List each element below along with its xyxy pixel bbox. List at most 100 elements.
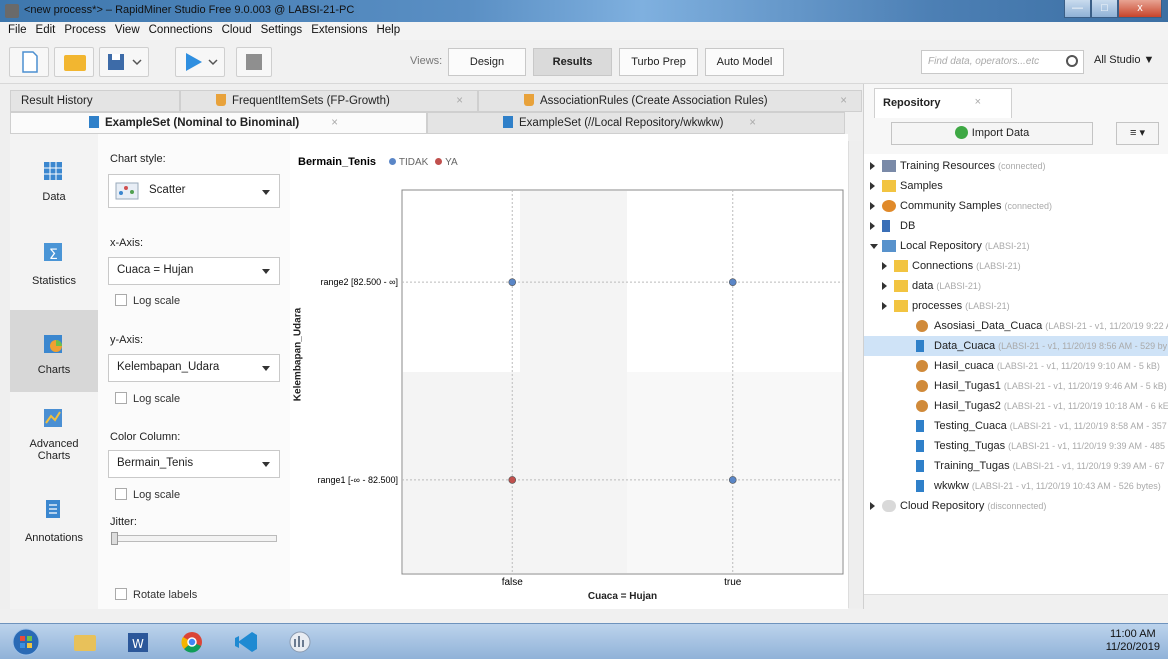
view-results-button[interactable]: Results <box>533 48 612 76</box>
studio-scope-dropdown[interactable]: All Studio ▼ <box>1094 54 1154 66</box>
save-button[interactable] <box>99 47 149 77</box>
tab-frequent-itemsets[interactable]: FrequentItemSets (FP-Growth) × <box>180 90 478 112</box>
run-button[interactable] <box>175 47 225 77</box>
collapsed-arrow-icon[interactable] <box>870 202 875 210</box>
repo-node[interactable]: Samples <box>864 176 1168 196</box>
taskbar-explorer[interactable] <box>62 627 106 657</box>
repo-node[interactable]: Asosiasi_Data_Cuaca (LABSI-21 - v1, 11/20… <box>864 316 1168 336</box>
taskbar-chrome[interactable] <box>170 627 214 657</box>
x-log-scale-checkbox[interactable]: Log scale <box>115 294 180 307</box>
nav-advanced-charts[interactable]: Advanced Charts <box>10 394 98 474</box>
menu-process[interactable]: Process <box>60 22 111 40</box>
stop-button[interactable] <box>236 47 272 77</box>
repo-node[interactable]: Community Samples (connected) <box>864 196 1168 216</box>
repo-node-label: Training_Tugas (LABSI-21 - v1, 11/20/19 9… <box>934 456 1165 476</box>
repo-node[interactable]: Hasil_cuaca (LABSI-21 - v1, 11/20/19 9:10… <box>864 356 1168 376</box>
repo-node[interactable]: data (LABSI-21) <box>864 276 1168 296</box>
chart-vertical-scrollbar[interactable] <box>848 141 863 608</box>
repo-node[interactable]: Testing_Tugas (LABSI-21 - v1, 11/20/19 9:… <box>864 436 1168 456</box>
checkbox-box <box>115 294 127 306</box>
repo-node-label: Community Samples (connected) <box>900 196 1052 216</box>
menu-edit[interactable]: Edit <box>32 22 61 40</box>
minimize-button[interactable]: — <box>1064 0 1091 18</box>
repo-node[interactable]: Data_Cuaca (LABSI-21 - v1, 11/20/19 8:56 … <box>864 336 1168 356</box>
search-icon[interactable] <box>1066 55 1078 67</box>
repository-horizontal-scrollbar[interactable] <box>864 594 1168 609</box>
table-icon <box>44 162 62 180</box>
tab-exampleset-nominal[interactable]: ExampleSet (Nominal to Binominal) × <box>10 112 427 134</box>
search-input[interactable]: Find data, operators...etc <box>921 50 1084 74</box>
slider-thumb[interactable] <box>111 532 118 545</box>
chart-style-dropdown[interactable]: Scatter <box>108 174 280 208</box>
proc-icon <box>916 380 928 392</box>
y-axis-dropdown[interactable]: Kelembapan_Udara <box>108 354 280 382</box>
menu-settings[interactable]: Settings <box>257 22 308 40</box>
close-tab-icon[interactable]: × <box>456 91 463 111</box>
repo-node[interactable]: Training Resources (connected) <box>864 156 1168 176</box>
repository-menu-button[interactable]: ≡ ▾ <box>1116 122 1159 145</box>
repo-node[interactable]: Cloud Repository (disconnected) <box>864 496 1168 516</box>
scatter-point-tidak[interactable] <box>728 476 737 484</box>
start-button[interactable] <box>6 627 46 657</box>
taskbar-word[interactable]: W <box>116 627 160 657</box>
y-log-scale-checkbox[interactable]: Log scale <box>115 392 180 405</box>
scatter-point-tidak[interactable] <box>728 278 737 286</box>
expanded-arrow-icon[interactable] <box>870 244 878 249</box>
view-turbo-prep-button[interactable]: Turbo Prep <box>619 48 698 76</box>
nav-charts[interactable]: Charts <box>10 310 98 392</box>
repo-node[interactable]: wkwkw (LABSI-21 - v1, 11/20/19 10:43 AM -… <box>864 476 1168 496</box>
repo-node[interactable]: Testing_Cuaca (LABSI-21 - v1, 11/20/19 8:… <box>864 416 1168 436</box>
maximize-button[interactable]: □ <box>1091 0 1118 18</box>
x-axis-title: Cuaca = Hujan <box>587 591 658 602</box>
menu-connections[interactable]: Connections <box>145 22 218 40</box>
menu-cloud[interactable]: Cloud <box>218 22 257 40</box>
collapsed-arrow-icon[interactable] <box>870 222 875 230</box>
repo-node[interactable]: DB <box>864 216 1168 236</box>
tab-repository[interactable]: Repository × <box>874 88 1012 118</box>
system-clock[interactable]: 11:00 AM 11/20/2019 <box>1106 628 1160 654</box>
repo-node[interactable]: Hasil_Tugas2 (LABSI-21 - v1, 11/20/19 10:… <box>864 396 1168 416</box>
repo-node[interactable]: processes (LABSI-21) <box>864 296 1168 316</box>
jitter-slider[interactable] <box>111 532 277 545</box>
color-column-dropdown[interactable]: Bermain_Tenis <box>108 450 280 478</box>
nav-annotations[interactable]: Annotations <box>10 472 98 552</box>
nav-statistics[interactable]: Σ Statistics <box>10 214 98 294</box>
open-process-button[interactable] <box>54 47 94 77</box>
nav-data[interactable]: Data <box>10 134 98 214</box>
color-log-scale-checkbox[interactable]: Log scale <box>115 488 180 501</box>
collapsed-arrow-icon[interactable] <box>882 262 887 270</box>
collapsed-arrow-icon[interactable] <box>870 502 875 510</box>
collapsed-arrow-icon[interactable] <box>870 162 875 170</box>
collapsed-arrow-icon[interactable] <box>870 182 875 190</box>
close-tab-icon[interactable]: × <box>749 113 756 133</box>
close-tab-icon[interactable]: × <box>975 96 981 108</box>
repo-node[interactable]: Connections (LABSI-21) <box>864 256 1168 276</box>
taskbar-rapidminer[interactable] <box>278 627 322 657</box>
repo-node-label: Cloud Repository (disconnected) <box>900 496 1046 516</box>
import-data-button[interactable]: Import Data <box>891 122 1093 145</box>
close-tab-icon[interactable]: × <box>331 113 338 133</box>
tab-exampleset-wkwkw[interactable]: ExampleSet (//Local Repository/wkwkw) × <box>427 112 845 134</box>
data-icon <box>916 340 924 352</box>
menu-file[interactable]: File <box>4 22 32 40</box>
view-design-button[interactable]: Design <box>448 48 526 76</box>
new-process-button[interactable] <box>9 47 49 77</box>
collapsed-arrow-icon[interactable] <box>882 302 887 310</box>
x-axis-dropdown[interactable]: Cuaca = Hujan <box>108 257 280 285</box>
scatter-point-ya[interactable] <box>508 476 517 484</box>
close-tab-icon[interactable]: × <box>840 91 847 111</box>
view-auto-model-button[interactable]: Auto Model <box>705 48 784 76</box>
menu-help[interactable]: Help <box>372 22 405 40</box>
repo-node[interactable]: Local Repository (LABSI-21) <box>864 236 1168 256</box>
tab-association-rules[interactable]: AssociationRules (Create Association Rul… <box>478 90 862 112</box>
menu-extensions[interactable]: Extensions <box>307 22 372 40</box>
rotate-labels-checkbox[interactable]: Rotate labels <box>115 588 197 601</box>
taskbar-vscode[interactable] <box>224 627 268 657</box>
repo-node[interactable]: Hasil_Tugas1 (LABSI-21 - v1, 11/20/19 9:4… <box>864 376 1168 396</box>
collapsed-arrow-icon[interactable] <box>882 282 887 290</box>
scatter-point-tidak[interactable] <box>508 278 517 286</box>
close-button[interactable]: x <box>1118 0 1162 18</box>
menu-view[interactable]: View <box>111 22 145 40</box>
tab-result-history[interactable]: Result History <box>10 90 180 112</box>
repo-node[interactable]: Training_Tugas (LABSI-21 - v1, 11/20/19 9… <box>864 456 1168 476</box>
